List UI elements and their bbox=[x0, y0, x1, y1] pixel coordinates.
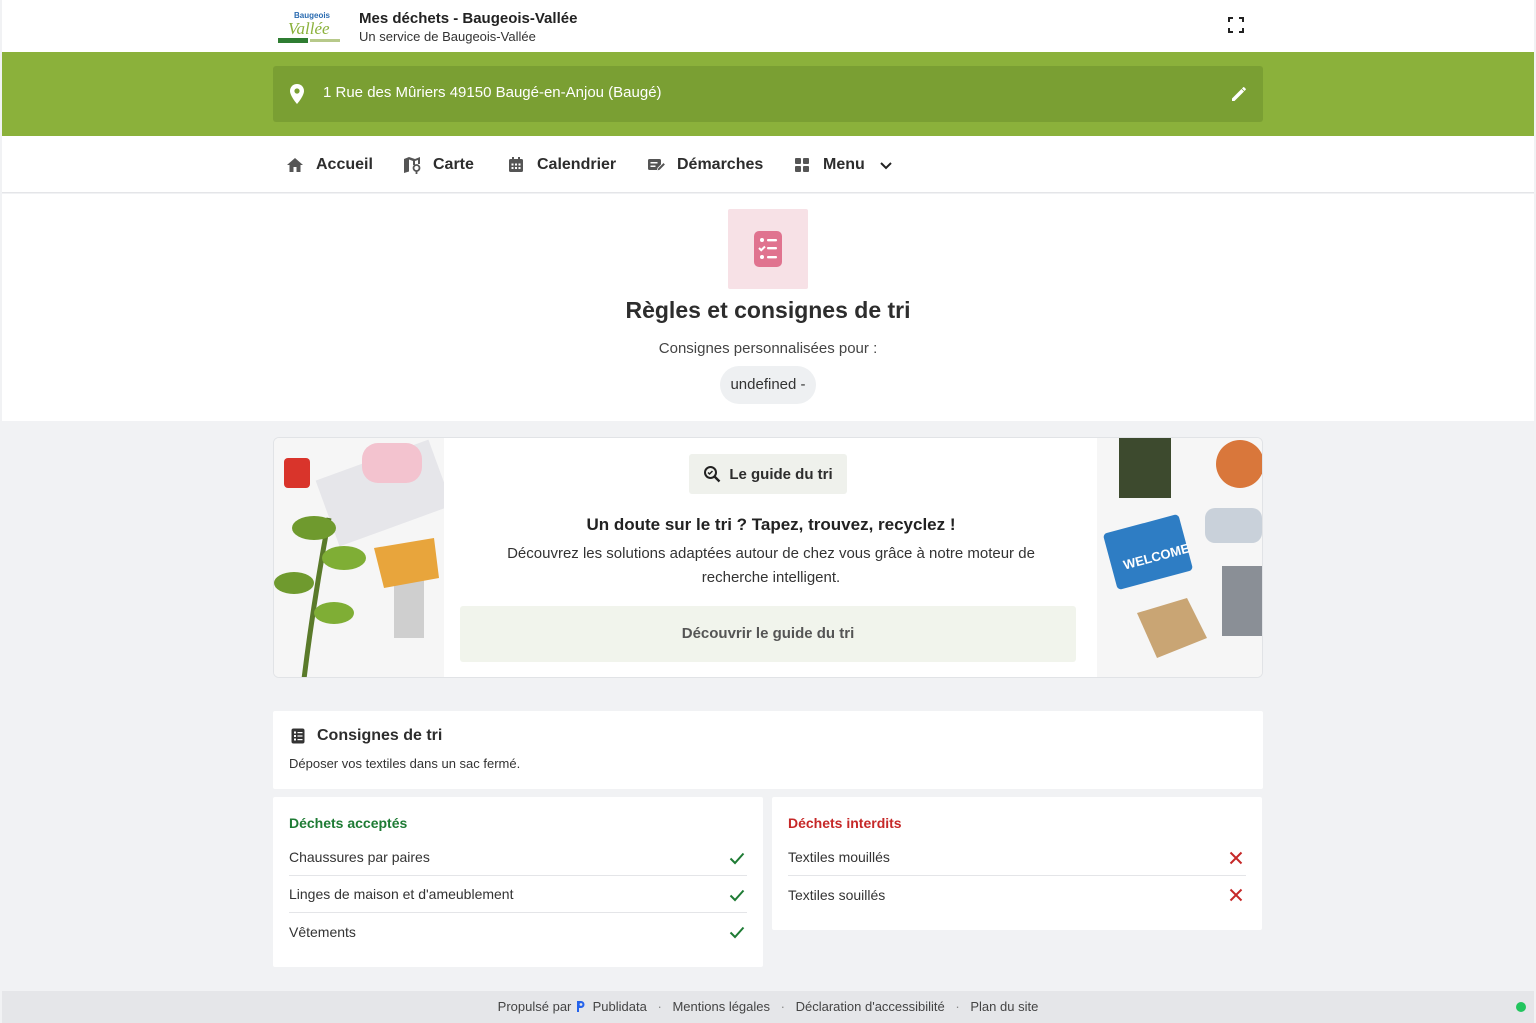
location-pin-icon bbox=[290, 84, 304, 104]
calendar-icon bbox=[509, 157, 523, 172]
list-icon bbox=[291, 728, 305, 744]
app-frame: Baugeois Vallée Mes déchets - Baugeois-V… bbox=[2, 0, 1534, 1023]
discover-guide-button[interactable]: Découvrir le guide du tri bbox=[460, 606, 1076, 662]
pencil-icon[interactable] bbox=[1230, 85, 1248, 103]
app-title: Mes déchets - Baugeois-Vallée bbox=[359, 10, 578, 27]
check-icon bbox=[729, 852, 745, 865]
footer-separator: · bbox=[955, 999, 960, 1014]
forbidden-title: Déchets interdits bbox=[788, 815, 902, 831]
nav-calendrier[interactable]: Calendrier bbox=[507, 154, 616, 176]
guide-illustration-right: WELCOME bbox=[1097, 438, 1262, 677]
consignes-title: Consignes de tri bbox=[317, 727, 443, 744]
location-pill: undefined - bbox=[720, 366, 816, 404]
address-band: 1 Rue des Mûriers 49150 Baugé-en-Anjou (… bbox=[2, 52, 1534, 136]
list-item: Chaussures par paires bbox=[289, 839, 747, 876]
list-item: Textiles mouillés bbox=[788, 839, 1246, 876]
footer-separator: · bbox=[657, 999, 662, 1014]
app-subtitle: Un service de Baugeois-Vallée bbox=[359, 29, 536, 44]
guide-chip-label: Le guide du tri bbox=[729, 465, 833, 483]
cross-icon bbox=[1229, 851, 1243, 865]
nav-menu[interactable]: Menu bbox=[793, 154, 893, 176]
status-indicator bbox=[1516, 1002, 1526, 1012]
footer-links: Propulsé par Publidata · Mentions légale… bbox=[2, 999, 1534, 1014]
guide-text: Découvrez les solutions adaptées autour … bbox=[507, 545, 1035, 586]
nav-demarches[interactable]: Démarches bbox=[647, 154, 763, 176]
publidata-logo-icon bbox=[577, 1001, 585, 1012]
accepted-waste-card: Déchets acceptés Chaussures par paires L… bbox=[273, 797, 763, 967]
nav-demarches-label: Démarches bbox=[677, 156, 764, 173]
guide-illustration-left bbox=[274, 438, 444, 677]
page-title: Règles et consignes de tri bbox=[625, 297, 911, 323]
footer-powered: Propulsé par bbox=[497, 999, 572, 1014]
accepted-item-label: Vêtements bbox=[289, 923, 356, 940]
accepted-title: Déchets acceptés bbox=[289, 815, 408, 831]
form-edit-icon bbox=[648, 159, 665, 172]
guide-card: WELCOME Le guide du tri Un doute sur le … bbox=[273, 437, 1263, 678]
list-item: Textiles souillés bbox=[788, 876, 1246, 913]
home-icon bbox=[287, 158, 303, 172]
address-selector[interactable]: 1 Rue des Mûriers 49150 Baugé-en-Anjou (… bbox=[273, 66, 1263, 122]
footer-sitemap-link[interactable]: Plan du site bbox=[970, 999, 1038, 1014]
accepted-item-label: Linges de maison et d'ameublement bbox=[289, 886, 514, 902]
nav-accueil[interactable]: Accueil bbox=[286, 154, 373, 176]
list-item: Linges de maison et d'ameublement bbox=[289, 876, 747, 913]
check-icon bbox=[729, 889, 745, 902]
check-icon bbox=[729, 926, 745, 939]
logo[interactable]: Baugeois Vallée bbox=[276, 8, 348, 46]
map-icon bbox=[404, 157, 421, 174]
footer-publidata-link[interactable]: Publidata bbox=[593, 999, 647, 1014]
top-header: Baugeois Vallée Mes déchets - Baugeois-V… bbox=[2, 0, 1534, 52]
checklist-icon bbox=[728, 209, 808, 289]
nav-carte[interactable]: Carte bbox=[403, 154, 474, 176]
nav-accueil-label: Accueil bbox=[316, 156, 373, 173]
consignes-card: Consignes de tri Déposer vos textiles da… bbox=[273, 711, 1263, 789]
footer: Propulsé par Publidata · Mentions légale… bbox=[2, 991, 1534, 1023]
search-recycle-icon bbox=[704, 466, 721, 483]
footer-mentions-link[interactable]: Mentions légales bbox=[672, 999, 770, 1014]
page-subtitle: Consignes personnalisées pour : bbox=[658, 340, 878, 357]
fullscreen-icon[interactable] bbox=[1228, 17, 1244, 33]
cross-icon bbox=[1229, 888, 1243, 902]
list-item: Vêtements bbox=[289, 913, 747, 950]
footer-accessibility-link[interactable]: Déclaration d'accessibilité bbox=[796, 999, 945, 1014]
page-hero: Règles et consignes de tri Consignes per… bbox=[2, 194, 1534, 421]
nav-carte-label: Carte bbox=[433, 156, 474, 173]
guide-chip[interactable]: Le guide du tri bbox=[689, 454, 847, 494]
nav-menu-label: Menu bbox=[823, 156, 865, 173]
nav-calendrier-label: Calendrier bbox=[537, 156, 617, 173]
svg-text:Vallée: Vallée bbox=[288, 19, 330, 38]
forbidden-item-label: Textiles souillés bbox=[788, 886, 886, 903]
main-nav: Accueil Carte Calendrier Démarches Menu bbox=[2, 136, 1534, 193]
footer-separator: · bbox=[780, 999, 785, 1014]
consignes-description: Déposer vos textiles dans un sac fermé. bbox=[289, 756, 521, 771]
chevron-down-icon bbox=[880, 162, 892, 170]
forbidden-item-label: Textiles mouillés bbox=[788, 849, 890, 865]
forbidden-waste-card: Déchets interdits Textiles mouillés Text… bbox=[772, 797, 1262, 930]
grid-icon bbox=[795, 158, 809, 172]
accepted-item-label: Chaussures par paires bbox=[289, 849, 430, 865]
guide-title: Un doute sur le tri ? Tapez, trouvez, re… bbox=[586, 515, 956, 534]
address-text: 1 Rue des Mûriers 49150 Baugé-en-Anjou (… bbox=[323, 84, 662, 101]
